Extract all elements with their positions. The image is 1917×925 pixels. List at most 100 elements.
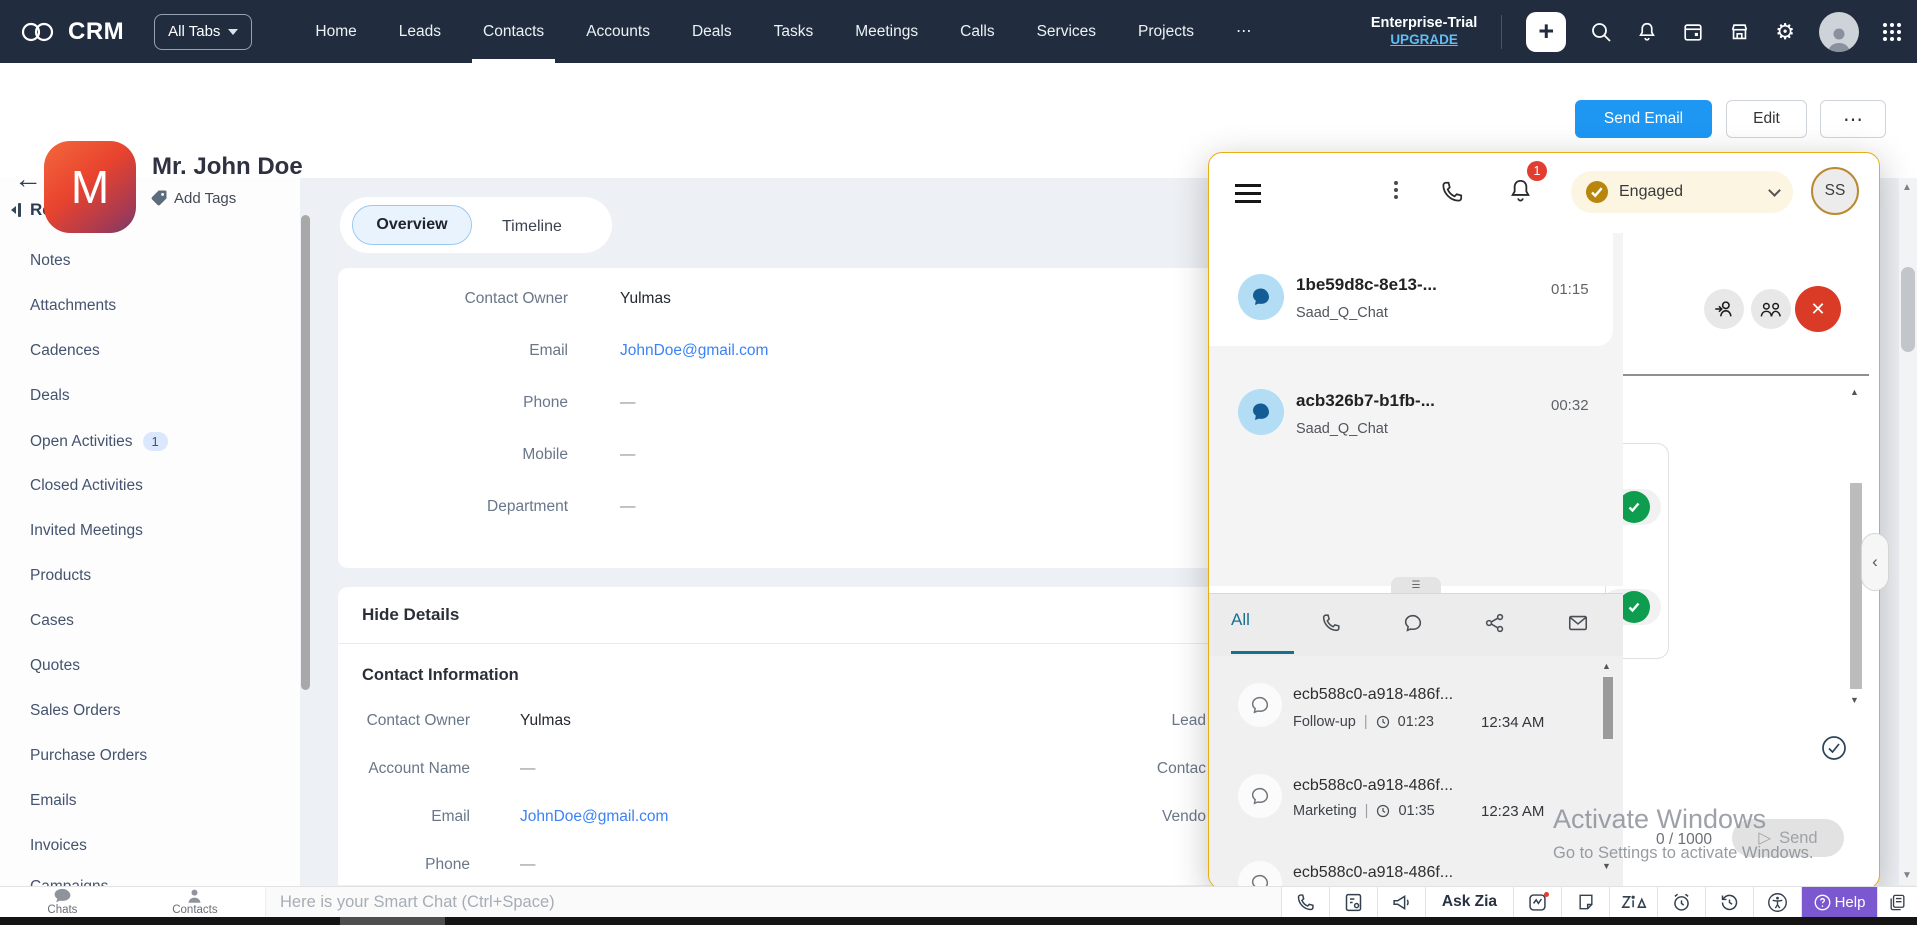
agent-status-dropdown[interactable]: Engaged [1571,171,1793,213]
widget-menu-icon[interactable] [1235,184,1261,187]
send-email-button[interactable]: Send Email [1575,100,1712,138]
conversation-id[interactable]: ecb588c0-a918-486f... [1293,686,1453,704]
accessibility-icon[interactable] [1753,887,1801,917]
scroll-up-icon[interactable]: ▲ [1602,661,1611,671]
sidebar-item-purchase-orders[interactable]: Purchase Orders [30,747,147,765]
tab-share-icon[interactable] [1484,612,1506,634]
clipboard-icon[interactable] [1877,887,1917,917]
ask-zia-button[interactable]: Ask Zia [1425,887,1513,917]
marketplace-icon[interactable] [1728,21,1751,43]
scroll-up-icon[interactable]: ▲ [1850,387,1859,397]
sidebar-item-emails[interactable]: Emails [30,792,77,810]
contact-avatar[interactable]: M [44,141,136,233]
page-scrollbar[interactable]: ▲ ▼ [1899,178,1917,885]
edit-button[interactable]: Edit [1726,100,1807,138]
sidebar-item-cases[interactable]: Cases [30,612,74,630]
nav-item-contacts[interactable]: Contacts [462,0,565,63]
back-arrow-icon[interactable]: ← [14,163,42,195]
nav-more-icon[interactable]: ⋯ [1215,0,1273,63]
sidebar-item-invoices[interactable]: Invoices [30,837,87,855]
tab-email-icon[interactable] [1567,612,1589,634]
chats-tab[interactable]: Chats [47,888,77,917]
nav-item-home[interactable]: Home [294,0,377,63]
mark-complete-icon[interactable] [1821,735,1847,761]
transfer-call-button[interactable] [1704,289,1744,329]
upgrade-link[interactable]: UPGRADE [1371,32,1477,49]
page-scrollbar-thumb[interactable] [1901,267,1915,352]
notifications-bell-icon[interactable] [1636,21,1658,43]
reminders-icon[interactable] [1657,887,1705,917]
sidebar-item-sales-orders[interactable]: Sales Orders [30,702,120,720]
conversation-scrollbar[interactable]: ▲ ▼ [1601,658,1615,888]
end-call-button[interactable]: ✕ [1795,286,1841,332]
calendar-icon[interactable] [1682,21,1704,43]
smartchat-input[interactable] [266,893,1281,912]
announcements-icon[interactable] [1377,887,1425,917]
widget-phone-icon[interactable] [1439,179,1465,205]
conversation-id[interactable]: ecb588c0-a918-486f... [1293,864,1453,882]
conversation-id[interactable]: ecb588c0-a918-486f... [1293,777,1453,795]
collapse-panel-tab[interactable]: ‹ [1861,533,1889,591]
conversation-scrollbar-thumb[interactable] [1603,677,1613,739]
settings-gear-icon[interactable]: ⚙ [1775,19,1795,45]
search-icon[interactable] [1590,21,1612,43]
scroll-up-icon[interactable]: ▲ [1902,182,1912,193]
send-message-button[interactable]: ▷ Send [1732,819,1844,857]
sidebar-item-products[interactable]: Products [30,567,91,585]
add-tags-button[interactable]: Add Tags [150,189,236,207]
widget-kebab-icon[interactable] [1394,181,1398,185]
hide-details-toggle[interactable]: Hide Details [362,605,459,625]
app-grid-icon[interactable] [1883,23,1901,41]
nav-item-accounts[interactable]: Accounts [565,0,671,63]
sidebar-item-cadences[interactable]: Cadences [30,342,100,360]
all-tabs-dropdown[interactable]: All Tabs [154,14,252,50]
nav-item-projects[interactable]: Projects [1117,0,1215,63]
agent-avatar[interactable]: SS [1811,167,1859,215]
user-avatar[interactable] [1819,12,1859,52]
conference-button[interactable] [1751,289,1791,329]
scroll-down-icon[interactable]: ▼ [1602,861,1611,871]
sidebar-item-deals[interactable]: Deals [30,387,70,405]
nav-item-deals[interactable]: Deals [671,0,753,63]
sidebar-item-invited-meetings[interactable]: Invited Meetings [30,522,143,540]
sidebar-scrollbar[interactable] [301,215,310,690]
tab-chats-bubble-icon[interactable] [1402,612,1424,634]
nav-item-meetings[interactable]: Meetings [834,0,939,63]
nav-item-tasks[interactable]: Tasks [753,0,835,63]
quick-create-button[interactable]: + [1526,12,1566,52]
widget-bell-icon[interactable] [1507,177,1534,205]
email-link[interactable]: JohnDoe@gmail.com [520,808,668,826]
tab-all[interactable]: All [1231,610,1250,630]
telephony-icon[interactable] [1281,887,1329,917]
tab-timeline[interactable]: Timeline [492,214,572,240]
help-button[interactable]: Help [1801,887,1877,917]
recent-items-icon[interactable] [1705,887,1753,917]
tab-overview[interactable]: Overview [352,205,472,245]
more-actions-button[interactable]: ⋯ [1820,100,1886,138]
tab-calls-phone-icon[interactable] [1320,612,1342,634]
scroll-down-icon[interactable]: ▼ [1902,870,1912,881]
call-queue: Saad_Q_Chat [1296,305,1388,321]
nav-item-services[interactable]: Services [1016,0,1117,63]
feedback-icon[interactable] [1329,887,1377,917]
sidebar-item-campaigns[interactable]: Campaigns [30,878,108,886]
sidebar-item-notes[interactable]: Notes [30,252,71,270]
collapse-sidebar-icon[interactable] [8,202,24,218]
nav-item-calls[interactable]: Calls [939,0,1015,63]
email-link[interactable]: JohnDoe@gmail.com [620,342,768,360]
signals-icon[interactable] [1513,887,1561,917]
nav-item-leads[interactable]: Leads [378,0,462,63]
sidebar-item-quotes[interactable]: Quotes [30,657,80,675]
sticky-note-icon[interactable] [1561,887,1609,917]
sidebar-item-open-activities[interactable]: Open Activities 1 [30,432,168,451]
drag-handle[interactable]: ☰ [1391,577,1441,593]
transcript-scrollbar-thumb[interactable] [1850,483,1862,689]
zia-icon[interactable] [1609,887,1657,917]
contacts-tab[interactable]: Contacts [172,888,217,917]
chevron-down-icon [1768,184,1781,197]
call-id[interactable]: acb326b7-b1fb-... [1296,391,1435,411]
call-id[interactable]: 1be59d8c-8e13-... [1296,275,1437,295]
scroll-down-icon[interactable]: ▼ [1850,695,1859,705]
sidebar-item-closed-activities[interactable]: Closed Activities [30,477,143,495]
sidebar-item-attachments[interactable]: Attachments [30,297,116,315]
